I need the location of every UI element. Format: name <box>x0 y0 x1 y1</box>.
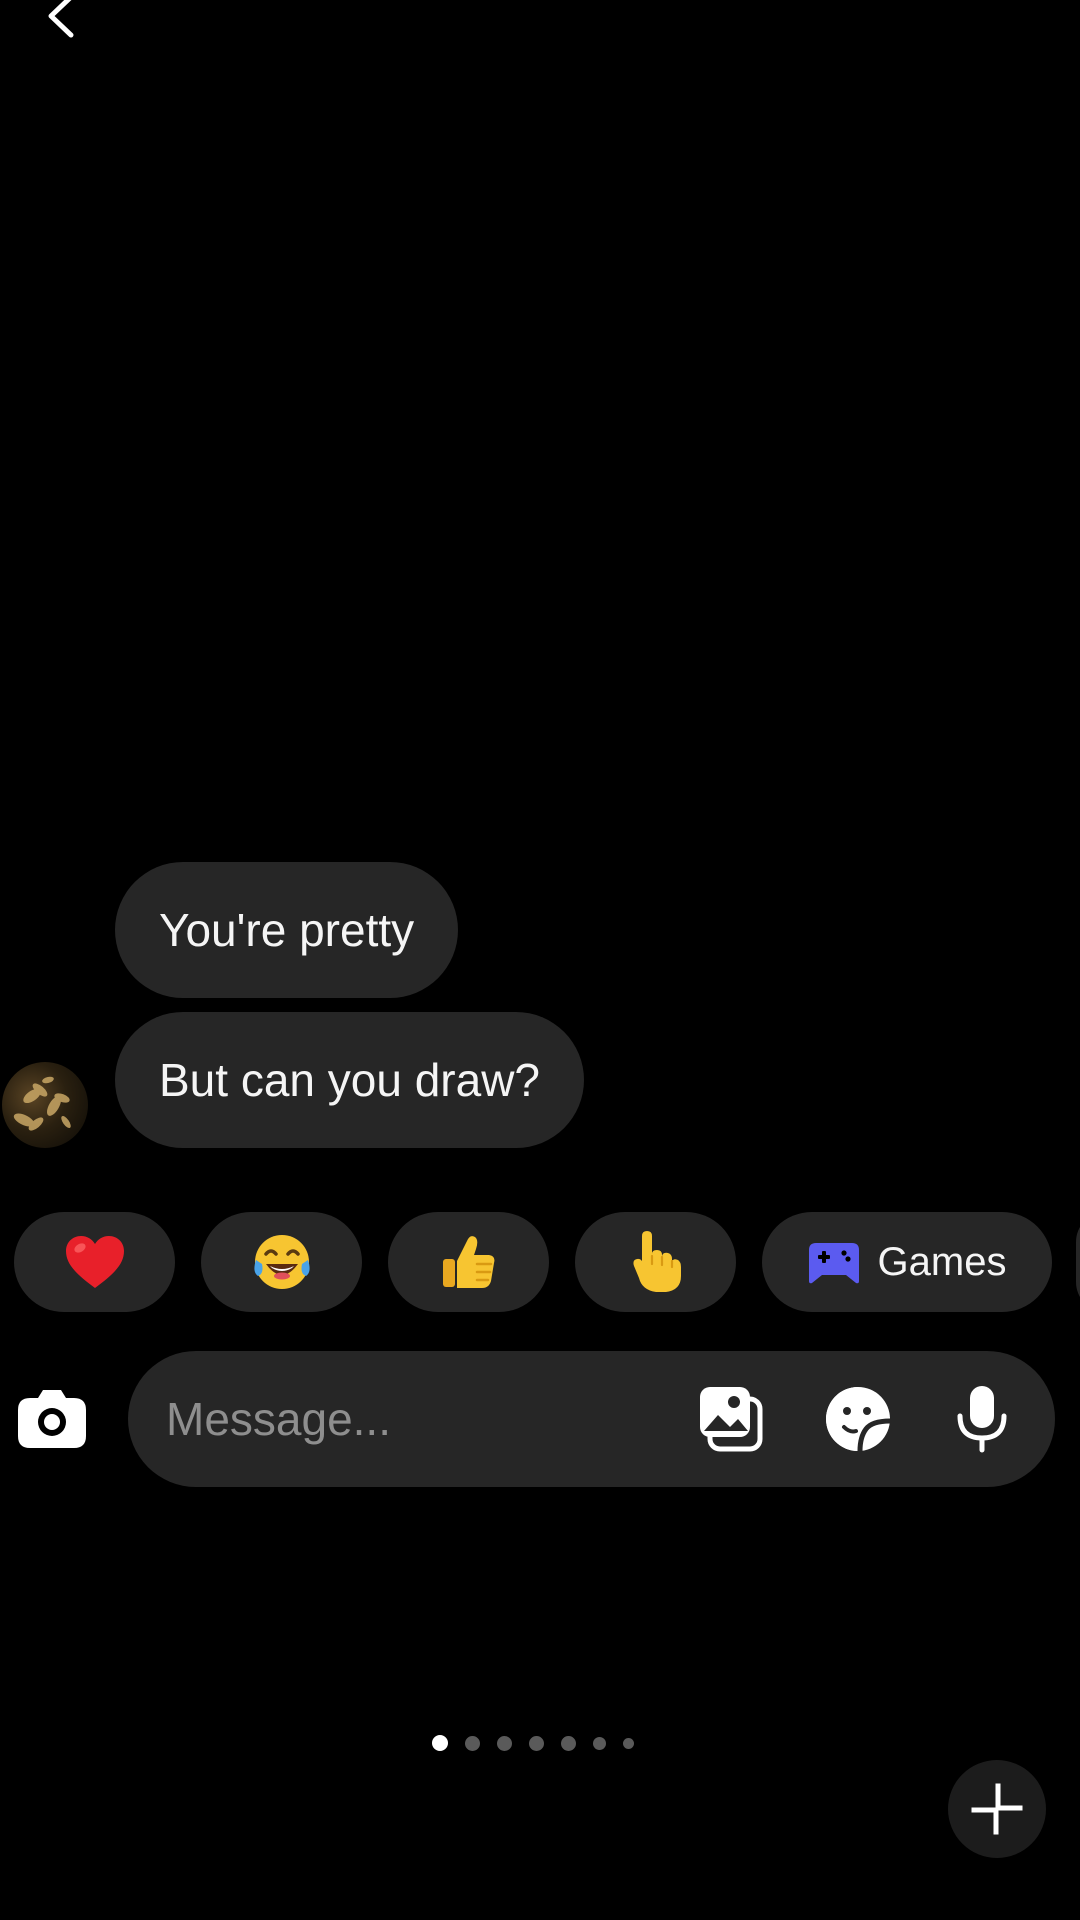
page-indicator <box>432 1734 634 1752</box>
page-dot <box>561 1735 576 1751</box>
sticker-icon <box>826 1387 891 1452</box>
back-button[interactable] <box>38 0 82 44</box>
gallery-button[interactable] <box>696 1383 768 1455</box>
reaction-pointing-up-button[interactable] <box>575 1212 736 1312</box>
page-dot <box>623 1737 634 1749</box>
camera-icon <box>18 1390 86 1448</box>
message-text: You're pretty <box>159 904 415 956</box>
more-reactions-pill[interactable] <box>1076 1212 1080 1312</box>
quick-reactions-bar: Games <box>14 1212 1052 1312</box>
tears-of-joy-emoji <box>253 1235 310 1289</box>
thumbs-up-emoji <box>442 1236 494 1288</box>
minimize-button[interactable] <box>948 1760 1046 1858</box>
chat-screen: You're pretty But can you draw? Games Me… <box>0 0 1080 1920</box>
message-bubble[interactable]: But can you draw? <box>115 1012 585 1148</box>
message-input[interactable] <box>166 1381 686 1457</box>
pointing-up-emoji <box>632 1231 681 1292</box>
message-text: But can you draw? <box>159 1054 541 1106</box>
page-dot <box>529 1735 544 1751</box>
avatar-image <box>13 1076 71 1131</box>
page-dot <box>593 1736 606 1750</box>
camera-button[interactable] <box>16 1386 88 1450</box>
chevron-left-icon <box>48 0 74 38</box>
message-bubble[interactable]: You're pretty <box>115 862 459 998</box>
heart-emoji <box>65 1236 124 1288</box>
gallery-icon <box>700 1387 763 1452</box>
reaction-heart-button[interactable] <box>14 1212 175 1312</box>
microphone-button[interactable] <box>946 1383 1018 1455</box>
games-button[interactable]: Games <box>762 1212 1052 1312</box>
page-dot-active <box>432 1735 448 1751</box>
reaction-thumbs-up-button[interactable] <box>388 1212 549 1312</box>
games-label: Games <box>877 1239 1007 1284</box>
gamepad-icon <box>808 1243 859 1284</box>
avatar[interactable] <box>2 1062 88 1148</box>
page-dot <box>497 1735 512 1751</box>
sticker-button[interactable] <box>822 1383 894 1455</box>
reaction-laugh-button[interactable] <box>201 1212 362 1312</box>
minimize-icon <box>971 1783 1023 1835</box>
message-composer <box>128 1351 1055 1487</box>
page-dot <box>465 1735 480 1751</box>
microphone-icon <box>957 1386 1007 1453</box>
